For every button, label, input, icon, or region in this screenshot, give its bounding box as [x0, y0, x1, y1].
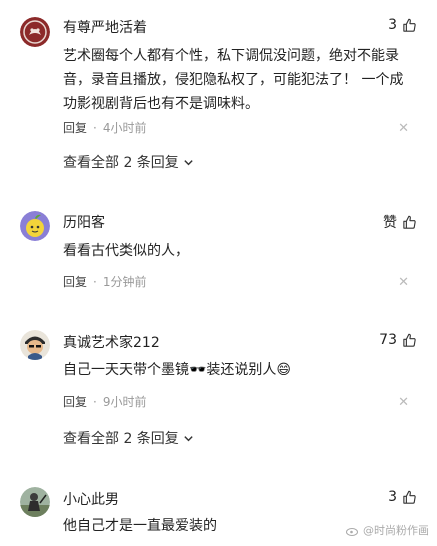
- like-count: 3: [388, 489, 397, 505]
- comment-time: 4小时前: [102, 121, 147, 135]
- weibo-logo-icon: [346, 527, 358, 536]
- avatar[interactable]: [20, 330, 50, 360]
- avatar[interactable]: [20, 211, 50, 241]
- separator-dot: ·: [93, 394, 97, 409]
- view-all-replies-label: 查看全部 2 条回复: [63, 155, 179, 171]
- thumbs-up-icon: [403, 215, 416, 229]
- comment-text: 自己一天天带个墨镜🕶️装还说别人😄: [63, 362, 292, 378]
- view-all-replies-button[interactable]: 查看全部 2 条回复: [63, 428, 194, 448]
- chevron-down-icon: [184, 435, 193, 441]
- thumbs-up-icon: [403, 333, 416, 347]
- close-icon[interactable]: ✕: [398, 396, 409, 409]
- comment-author[interactable]: 小心此男: [63, 489, 119, 509]
- comment-time: 9小时前: [102, 395, 147, 409]
- comment-meta: 回复 · 1分钟前: [63, 273, 146, 290]
- like-label: 赞: [383, 215, 397, 231]
- comment-meta: 回复 · 9小时前: [63, 393, 146, 410]
- watermark-text: @时尚粉作画: [363, 524, 429, 537]
- separator-dot: ·: [93, 120, 97, 135]
- like-count: 73: [379, 332, 397, 348]
- thumbs-up-icon: [403, 18, 416, 32]
- avatar[interactable]: [20, 17, 50, 47]
- watermark: @时尚粉作画: [346, 522, 429, 538]
- like-button[interactable]: 3: [388, 489, 417, 505]
- thumbs-up-icon: [403, 490, 416, 504]
- comment-author[interactable]: 真诚艺术家212: [63, 332, 160, 352]
- reply-button[interactable]: 回复: [63, 273, 87, 290]
- comment-author[interactable]: 历阳客: [63, 212, 105, 232]
- comment-text: 看看古代类似的人，: [63, 243, 189, 259]
- comment-text: 艺术圈每个人都有个性，私下调侃没问题，绝对不能录音，录音且播放，侵犯隐私权了，可…: [63, 48, 404, 112]
- separator-dot: ·: [93, 274, 97, 289]
- comment-meta: 回复 · 4小时前: [63, 119, 146, 136]
- like-count: 3: [388, 17, 397, 33]
- chevron-down-icon: [184, 159, 193, 165]
- comment-time: 1分钟前: [102, 275, 147, 289]
- like-button[interactable]: 3: [388, 17, 417, 33]
- reply-button[interactable]: 回复: [63, 119, 87, 136]
- avatar[interactable]: [20, 487, 50, 517]
- like-button[interactable]: 73: [379, 332, 417, 348]
- like-button[interactable]: 赞: [383, 212, 417, 232]
- view-all-replies-label: 查看全部 2 条回复: [63, 431, 179, 447]
- view-all-replies-button[interactable]: 查看全部 2 条回复: [63, 152, 194, 172]
- comment-author[interactable]: 有尊严地活着: [63, 17, 147, 37]
- close-icon[interactable]: ✕: [398, 276, 409, 289]
- close-icon[interactable]: ✕: [398, 122, 409, 135]
- reply-button[interactable]: 回复: [63, 393, 87, 410]
